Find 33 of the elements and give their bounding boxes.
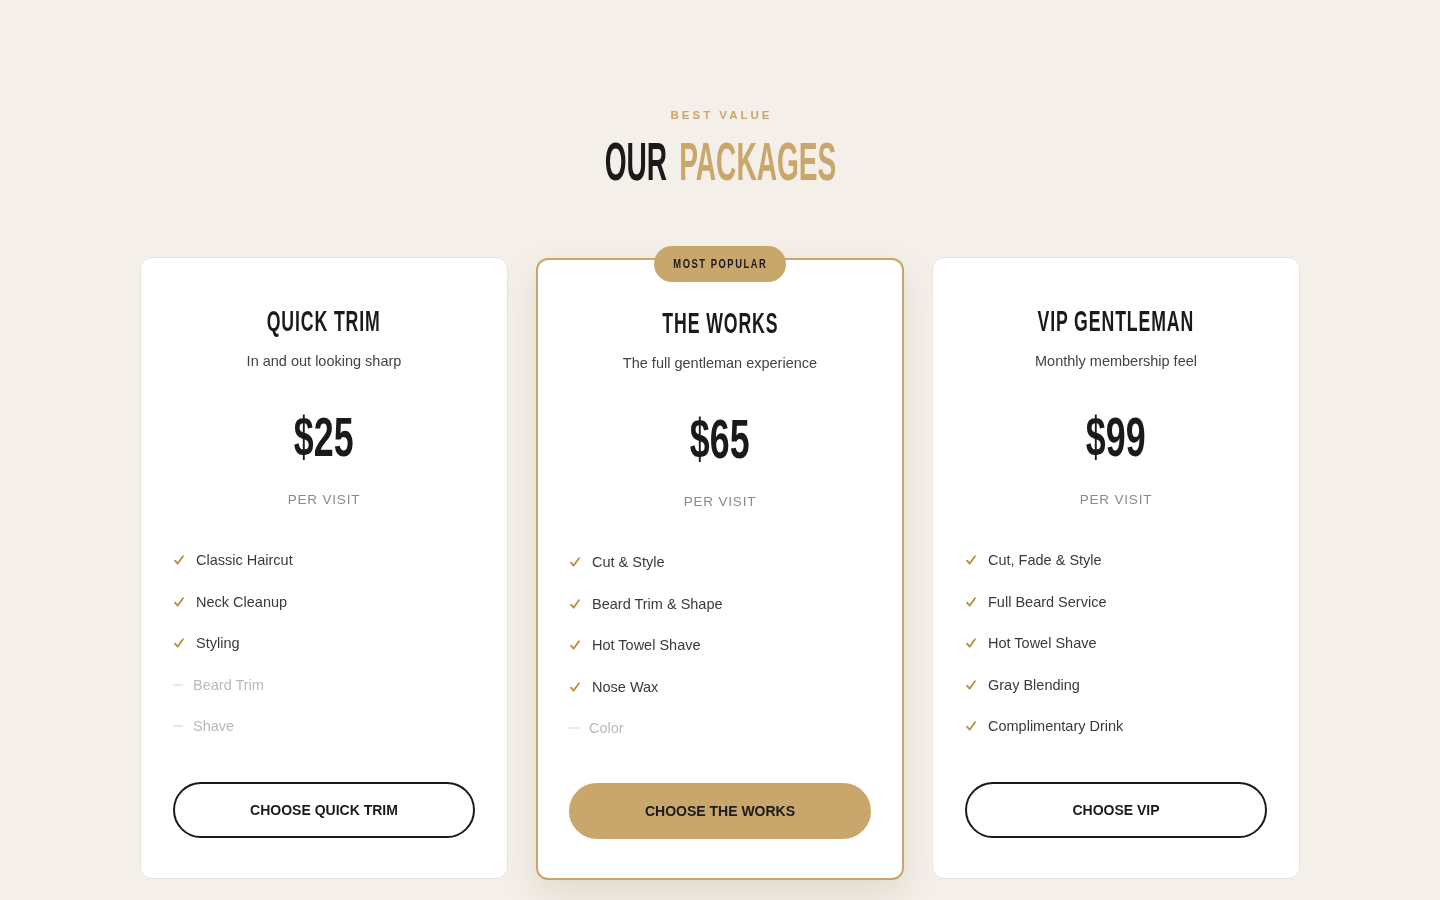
- popular-badge: MOST POPULAR: [654, 246, 786, 282]
- plan-name: THE WORKS: [661, 306, 779, 340]
- plan-name: VIP GENTLEMAN: [1037, 304, 1195, 338]
- choose-button[interactable]: CHOOSE VIP: [965, 782, 1267, 838]
- price-period: PER VISIT: [1079, 491, 1153, 509]
- feature-text: Nose Wax: [592, 677, 659, 697]
- plan-price: $99: [1086, 406, 1146, 468]
- plan-tagline: In and out looking sharp: [246, 352, 402, 371]
- section-eyebrow: BEST VALUE: [669, 108, 773, 122]
- choose-button[interactable]: CHOOSE QUICK TRIM: [173, 782, 475, 838]
- feature-text: Gray Blending: [988, 675, 1080, 695]
- feature-text: Cut, Fade & Style: [988, 551, 1102, 570]
- feature-text: Classic Haircut: [196, 551, 293, 570]
- price-period: PER VISIT: [683, 493, 757, 511]
- price-period: PER VISIT: [287, 491, 361, 509]
- plan-price: $65: [690, 408, 750, 470]
- section-title: OUR PACKAGES: [604, 133, 836, 191]
- plan-price: $25: [294, 406, 354, 468]
- feature-text: Beard Trim: [193, 675, 264, 695]
- feature-text: Beard Trim & Shape: [592, 594, 723, 614]
- feature-text: Styling: [196, 634, 240, 653]
- feature-text: Hot Towel Shave: [592, 636, 701, 655]
- feature-text: Shave: [193, 717, 235, 736]
- feature-text: Cut & Style: [592, 553, 665, 572]
- plan-tagline: Monthly membership feel: [1035, 352, 1197, 371]
- feature-text: Neck Cleanup: [196, 592, 288, 612]
- feature-text: Complimentary Drink: [988, 717, 1124, 736]
- plan-name: QUICK TRIM: [266, 304, 381, 338]
- feature-text: Color: [589, 719, 624, 738]
- feature-text: Hot Towel Shave: [988, 634, 1097, 653]
- feature-text: Full Beard Service: [988, 592, 1107, 612]
- choose-button[interactable]: CHOOSE THE WORKS: [569, 783, 871, 839]
- plan-tagline: The full gentleman experience: [622, 354, 818, 373]
